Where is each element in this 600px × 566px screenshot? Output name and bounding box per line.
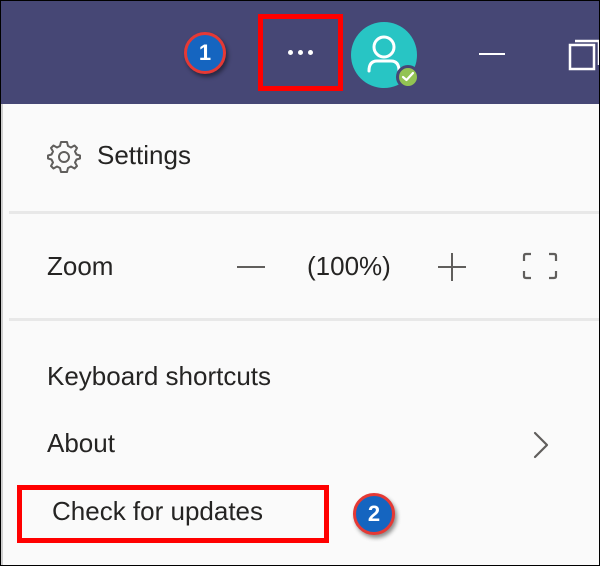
step-1-badge: 1 [184, 32, 226, 74]
maximize-button[interactable] [567, 39, 599, 73]
check-for-updates-label: Check for updates [52, 496, 264, 526]
menu-item-about[interactable]: About [9, 422, 589, 466]
zoom-label: Zoom [47, 251, 114, 281]
minimize-button[interactable] [479, 47, 507, 61]
minus-icon [237, 266, 265, 268]
about-label: About [47, 428, 115, 458]
maximize-icon [568, 39, 599, 71]
zoom-out-button[interactable] [233, 252, 269, 282]
step-2-badge: 2 [353, 493, 395, 535]
status-available-badge [396, 65, 420, 89]
zoom-in-button[interactable] [435, 250, 469, 284]
chevron-right-icon [533, 431, 549, 459]
title-bar: 1 [1, 1, 599, 104]
app-window: 1 Settings Zoom (100%) Keyboard shortcut… [0, 0, 600, 566]
fullscreen-icon [522, 252, 558, 280]
menu-item-settings[interactable]: Settings [41, 134, 241, 178]
menu-border [1, 104, 3, 565]
zoom-level-value: (100%) [307, 251, 391, 281]
menu-divider [9, 318, 599, 321]
fullscreen-button[interactable] [521, 251, 559, 281]
more-options-menu: Settings Zoom (100%) Keyboard shortcuts … [1, 104, 599, 565]
menu-item-check-for-updates[interactable]: Check for updates [17, 485, 329, 543]
ellipsis-icon [288, 50, 313, 55]
menu-item-keyboard-shortcuts[interactable]: Keyboard shortcuts [47, 361, 271, 392]
more-options-button[interactable] [258, 14, 343, 91]
checkmark-icon [401, 71, 415, 82]
settings-label: Settings [97, 140, 191, 170]
gear-icon [47, 141, 81, 173]
minimize-icon [479, 53, 505, 55]
menu-divider [9, 211, 599, 214]
